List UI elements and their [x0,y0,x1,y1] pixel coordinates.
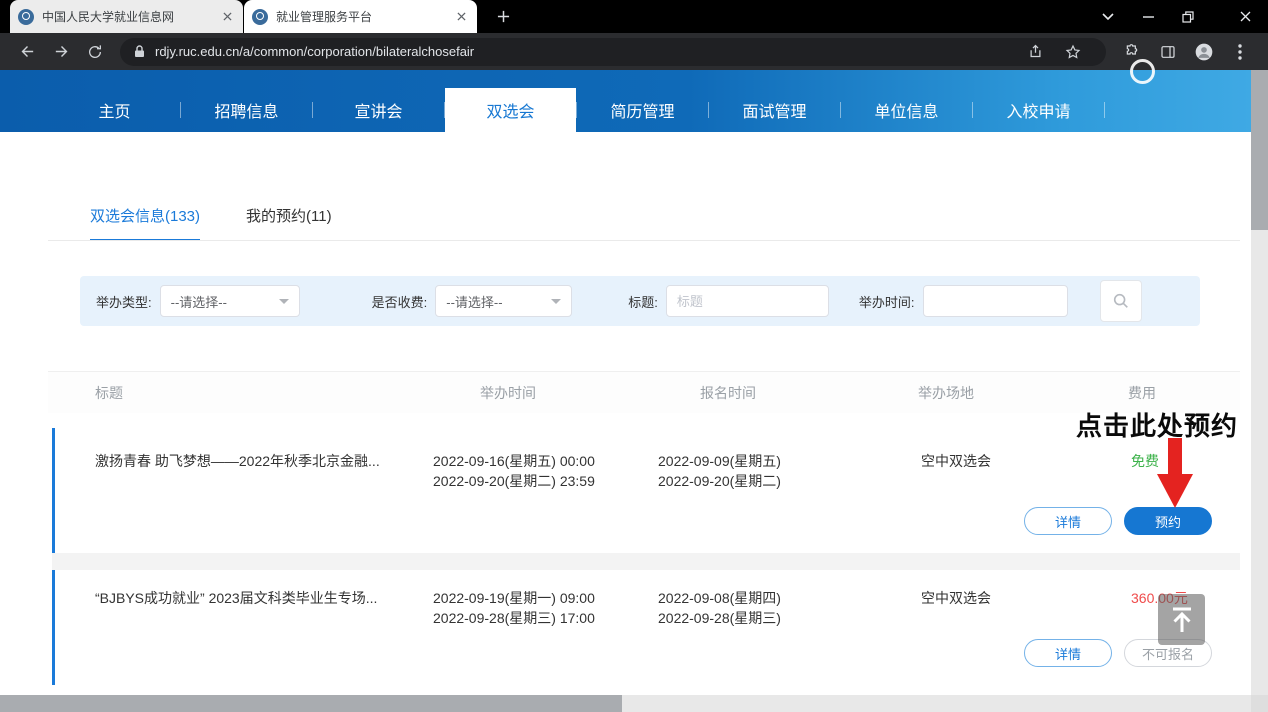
reload-icon[interactable] [82,39,108,65]
search-icon [1112,292,1130,310]
lock-icon [134,45,145,58]
table-row: “BJBYS成功就业” 2023届文科类毕业生专场... 2022-09-19(… [52,570,1240,685]
tab-title: 就业管理服务平台 [276,8,447,25]
bookmark-star-icon[interactable] [1060,39,1086,65]
detail-button[interactable]: 详情 [1024,507,1112,535]
forward-icon[interactable] [48,39,74,65]
address-bar[interactable]: rdjy.ruc.edu.cn/a/common/corporation/bil… [120,38,1106,66]
close-button[interactable] [1225,0,1265,33]
fair-title: 激扬青春 助飞梦想——2022年秋季北京金融... [55,451,433,491]
nav-divider [1104,102,1105,118]
screen: 中国人民大学就业信息网 就业管理服务平台 [0,0,1268,712]
title-input[interactable] [666,285,829,317]
fair-title: “BJBYS成功就业” 2023届文科类毕业生专场... [55,588,433,628]
nav-item-home[interactable]: 主页 [49,88,180,132]
back-to-top-button[interactable] [1158,594,1205,645]
horizontal-scrollbar-thumb[interactable] [0,695,622,712]
browser-tab-1[interactable]: 中国人民大学就业信息网 [10,0,243,33]
table-row: 激扬青春 助飞梦想——2022年秋季北京金融... 2022-09-16(星期五… [52,428,1240,553]
filter-title-label: 标题: [628,292,658,311]
scrollbar-corner [1251,695,1268,712]
filter-type-label: 举办类型: [96,292,152,311]
horizontal-scrollbar[interactable] [0,695,1251,712]
nav-item-info-session[interactable]: 宣讲会 [313,88,444,132]
side-panel-icon[interactable] [1155,39,1181,65]
browser-tab-2[interactable]: 就业管理服务平台 [244,0,477,33]
column-header-hold-time: 举办时间 [430,383,655,403]
signup-time-cell: 2022-09-09(星期五) 2022-09-20(星期二) [658,451,883,491]
user-avatar[interactable] [1130,59,1155,84]
site-header-band: 主页 招聘信息 宣讲会 双选会 简历管理 面试管理 单位信息 入校申请 [0,70,1251,132]
main-nav: 主页 招聘信息 宣讲会 双选会 简历管理 面试管理 单位信息 入校申请 [49,88,1105,132]
filter-type-value: --请选择-- [171,292,227,311]
tab-close-icon[interactable] [219,9,235,25]
new-tab-button[interactable] [489,3,517,31]
url-text: rdjy.ruc.edu.cn/a/common/corporation/bil… [155,44,1016,59]
hold-time-cell: 2022-09-16(星期五) 00:00 2022-09-20(星期二) 23… [433,451,658,491]
time-input[interactable] [923,285,1068,317]
tab-fair-list[interactable]: 双选会信息(133) [90,205,200,241]
column-header-fee: 费用 [1080,383,1240,403]
vertical-scrollbar[interactable] [1251,70,1268,695]
filter-time-label: 举办时间: [859,292,915,311]
venue-cell: 空中双选会 [883,451,1083,491]
tabs-divider [48,240,1240,241]
tab-title: 中国人民大学就业信息网 [42,8,213,25]
reserve-button[interactable]: 预约 [1124,507,1212,535]
signup-time-cell: 2022-09-08(星期四) 2022-09-28(星期三) [658,588,883,628]
maximize-button[interactable] [1168,0,1208,33]
chevron-down-icon [551,299,561,304]
tab-favicon [252,9,268,25]
minimize-button[interactable] [1128,0,1168,33]
browser-address-bar: rdjy.ruc.edu.cn/a/common/corporation/bil… [0,33,1268,70]
arrow-up-icon [1169,606,1195,633]
webpage: 主页 招聘信息 宣讲会 双选会 简历管理 面试管理 单位信息 入校申请 双选会信… [0,70,1251,695]
tab-close-icon[interactable] [453,9,469,25]
column-header-title: 标题 [48,383,430,403]
hold-time-cell: 2022-09-19(星期一) 09:00 2022-09-28(星期三) 17… [433,588,658,628]
nav-item-campus-entry[interactable]: 入校申请 [973,88,1104,132]
nav-item-interview[interactable]: 面试管理 [709,88,840,132]
menu-dots-icon[interactable] [1227,39,1253,65]
annotation-arrow-icon [1157,438,1193,508]
venue-cell: 空中双选会 [883,588,1083,628]
filter-type-select[interactable]: --请选择-- [160,285,300,317]
column-header-venue: 举办场地 [880,383,1080,403]
nav-item-company[interactable]: 单位信息 [841,88,972,132]
table-header: 标题 举办时间 报名时间 举办场地 费用 [48,371,1240,413]
filter-fee-select[interactable]: --请选择-- [435,285,572,317]
vertical-scrollbar-thumb[interactable] [1251,70,1268,230]
nav-item-resume[interactable]: 简历管理 [577,88,708,132]
search-button[interactable] [1100,280,1142,322]
tab-search-icon[interactable] [1088,0,1128,33]
tab-favicon [18,9,34,25]
nav-item-bilateral-fair[interactable]: 双选会 [445,88,576,132]
nav-item-jobs[interactable]: 招聘信息 [181,88,312,132]
browser-tab-strip: 中国人民大学就业信息网 就业管理服务平台 [0,0,1268,33]
tab-my-reservations[interactable]: 我的预约(11) [246,205,332,226]
filter-fee-value: --请选择-- [446,292,502,311]
chevron-down-icon [279,299,289,304]
profile-avatar-icon[interactable] [1191,39,1217,65]
filter-bar: 举办类型: --请选择-- 是否收费: --请选择-- 标题: 举办时间: [80,276,1200,326]
row-gap [52,553,1240,570]
detail-button[interactable]: 详情 [1024,639,1112,667]
share-icon[interactable] [1022,39,1048,65]
window-controls [1088,0,1265,33]
back-icon[interactable] [14,39,40,65]
filter-fee-label: 是否收费: [372,292,428,311]
column-header-signup-time: 报名时间 [655,383,880,403]
